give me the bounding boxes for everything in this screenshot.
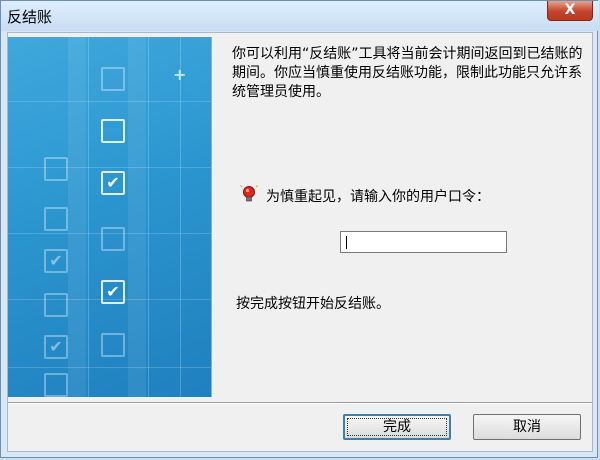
checkbox-icon (101, 119, 125, 143)
checkbox-icon (44, 157, 68, 181)
checkbox-icon (44, 293, 68, 317)
dialog-client-area: + ✔ ✔ ✔ ✔ 你可以利用“反结账”工具将当前会计期间返回到已结账的期间。你… (7, 32, 593, 452)
cancel-button-label: 取消 (513, 419, 541, 435)
checkbox-checked-icon: ✔ (44, 249, 68, 273)
checkbox-icon (101, 333, 125, 357)
checkbox-checked-icon: ✔ (44, 335, 68, 359)
checkbox-icon (101, 67, 125, 91)
checkbox-icon (101, 227, 125, 251)
focus-rectangle (347, 418, 447, 436)
finish-button[interactable]: 完成 (343, 414, 451, 440)
lightbulb-icon (240, 185, 258, 202)
checkbox-icon (44, 207, 68, 231)
instruction-text: 按完成按钮开始反结账。 (236, 296, 390, 312)
cancel-button[interactable]: 取消 (473, 414, 581, 440)
close-button[interactable]: X (547, 1, 593, 21)
checkbox-checked-icon: ✔ (101, 171, 125, 195)
dialog-window: 反结账 X + ✔ ✔ ✔ ✔ 你可以利用“反结账”工具将当前会计期间返回到已结… (0, 0, 599, 458)
text-caret (346, 236, 347, 249)
checkbox-checked-icon: ✔ (101, 280, 125, 304)
window-title: 反结账 (7, 8, 53, 26)
checkbox-icon (44, 373, 68, 397)
password-input[interactable] (340, 231, 507, 253)
separator-line (8, 402, 592, 404)
description-text: 你可以利用“反结账”工具将当前会计期间返回到已结账的期间。你应当慎重使用反结账功… (232, 46, 583, 100)
plus-icon: + (173, 65, 187, 84)
password-prompt-label: 为慎重起见，请输入你的用户口令： (266, 189, 490, 205)
decorative-checklist-art: + ✔ ✔ ✔ ✔ (8, 37, 212, 397)
title-bar[interactable]: 反结账 X (1, 1, 599, 31)
